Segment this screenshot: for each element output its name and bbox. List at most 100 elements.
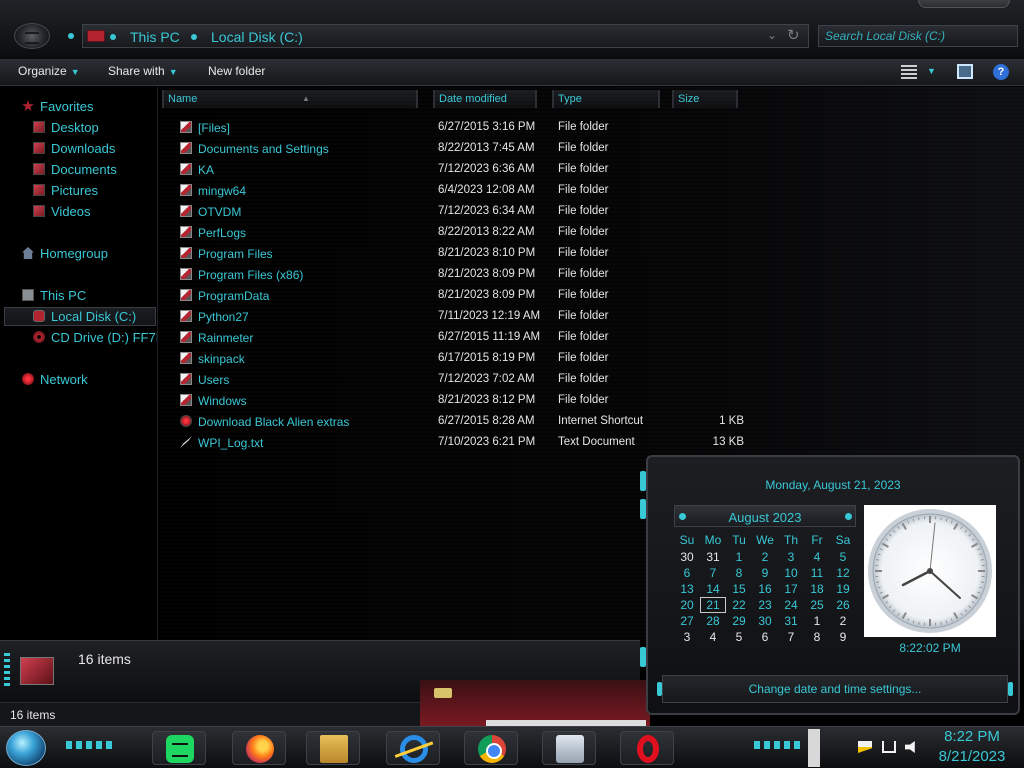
- file-row[interactable]: Documents and Settings 8/22/2013 7:45 AM F…: [160, 139, 760, 160]
- calendar-day[interactable]: 19: [830, 581, 856, 597]
- nav-this-pc[interactable]: This PC: [22, 288, 86, 303]
- taskbar-app-button[interactable]: [542, 731, 596, 765]
- breadcrumb-separator[interactable]: [191, 34, 197, 40]
- calendar-day[interactable]: 30: [674, 549, 700, 565]
- column-header-type[interactable]: Type: [552, 90, 660, 108]
- breadcrumb-local-disk[interactable]: Local Disk (C:): [211, 29, 303, 45]
- calendar-day[interactable]: 2: [752, 549, 778, 565]
- column-header-size[interactable]: Size: [672, 90, 738, 108]
- next-month-button[interactable]: [845, 513, 852, 520]
- recent-locations-dot[interactable]: [68, 33, 74, 39]
- nav-desktop[interactable]: Desktop: [33, 120, 99, 135]
- long-date-link[interactable]: Monday, August 21, 2023: [648, 478, 1018, 492]
- window-caption-buttons[interactable]: [918, 0, 1010, 8]
- action-center-flag-icon[interactable]: [858, 741, 872, 753]
- share-with-button[interactable]: Share with ▼: [108, 64, 178, 78]
- calendar-day[interactable]: 31: [700, 549, 726, 565]
- change-date-time-settings-link[interactable]: Change date and time settings...: [657, 675, 1013, 703]
- breadcrumb-this-pc[interactable]: This PC: [130, 29, 180, 45]
- calendar-day[interactable]: 6: [674, 565, 700, 581]
- calendar-day[interactable]: 11: [804, 565, 830, 581]
- calendar-month-title[interactable]: August 2023: [675, 510, 855, 525]
- file-row[interactable]: Users 7/12/2023 7:02 AM File folder: [160, 370, 760, 391]
- file-row[interactable]: skinpack 6/17/2015 8:19 PM File folder: [160, 349, 760, 370]
- calendar-day[interactable]: 2: [830, 613, 856, 629]
- file-name[interactable]: ProgramData: [198, 289, 269, 303]
- file-name[interactable]: Rainmeter: [198, 331, 253, 345]
- taskbar-app-button[interactable]: [306, 731, 360, 765]
- calendar-day[interactable]: 7: [700, 565, 726, 581]
- calendar-day[interactable]: 3: [674, 629, 700, 645]
- calendar-day[interactable]: 18: [804, 581, 830, 597]
- calendar-day[interactable]: 31: [778, 613, 804, 629]
- back-forward-button[interactable]: [14, 23, 50, 49]
- breadcrumb-separator[interactable]: [110, 34, 116, 40]
- calendar-day[interactable]: 5: [726, 629, 752, 645]
- calendar-day[interactable]: 8: [804, 629, 830, 645]
- calendar-day[interactable]: 12: [830, 565, 856, 581]
- calendar-day[interactable]: 28: [700, 613, 726, 629]
- preview-pane-icon[interactable]: [957, 64, 973, 79]
- file-name[interactable]: KA: [198, 163, 214, 177]
- taskbar-app-button[interactable]: [386, 731, 440, 765]
- file-row[interactable]: Download Black Alien extras 6/27/2015 8:2…: [160, 412, 760, 433]
- calendar-day[interactable]: 24: [778, 597, 804, 613]
- calendar-day[interactable]: 16: [752, 581, 778, 597]
- calendar-day[interactable]: 6: [752, 629, 778, 645]
- file-row[interactable]: KA 7/12/2023 6:36 AM File folder: [160, 160, 760, 181]
- file-row[interactable]: Rainmeter 6/27/2015 11:19 AM File folder: [160, 328, 760, 349]
- calendar-day[interactable]: 30: [752, 613, 778, 629]
- taskbar-app-button[interactable]: [620, 731, 674, 765]
- organize-button[interactable]: Organize ▼: [18, 64, 80, 78]
- calendar-day[interactable]: 9: [830, 629, 856, 645]
- nav-pictures[interactable]: Pictures: [33, 183, 98, 198]
- calendar-day[interactable]: 7: [778, 629, 804, 645]
- nav-favorites[interactable]: Favorites: [22, 99, 93, 114]
- file-name[interactable]: Windows: [198, 394, 247, 408]
- file-row[interactable]: PerfLogs 8/22/2013 8:22 AM File folder: [160, 223, 760, 244]
- calendar-day[interactable]: 14: [700, 581, 726, 597]
- calendar-day[interactable]: 8: [726, 565, 752, 581]
- file-name[interactable]: PerfLogs: [198, 226, 246, 240]
- address-bar[interactable]: This PC Local Disk (C:) ⌄ ↻: [82, 24, 809, 48]
- calendar-day[interactable]: 26: [830, 597, 856, 613]
- calendar-day[interactable]: 4: [804, 549, 830, 565]
- file-row[interactable]: OTVDM 7/12/2023 6:34 AM File folder: [160, 202, 760, 223]
- calendar-day[interactable]: 1: [726, 549, 752, 565]
- file-name[interactable]: Program Files (x86): [198, 268, 303, 282]
- search-input[interactable]: [819, 26, 1017, 46]
- calendar-day[interactable]: 20: [674, 597, 700, 613]
- taskbar-app-button[interactable]: [232, 731, 286, 765]
- calendar-day[interactable]: 9: [752, 565, 778, 581]
- file-row[interactable]: Python27 7/11/2023 12:19 AM File folder: [160, 307, 760, 328]
- tray-clock-date[interactable]: 8/21/2023: [930, 748, 1014, 765]
- nav-videos[interactable]: Videos: [33, 204, 91, 219]
- calendar-day[interactable]: 27: [674, 613, 700, 629]
- calendar-day[interactable]: 5: [830, 549, 856, 565]
- file-row[interactable]: Program Files 8/21/2023 8:10 PM File folde…: [160, 244, 760, 265]
- network-tray-icon[interactable]: [882, 741, 896, 753]
- file-row[interactable]: Program Files (x86) 8/21/2023 8:09 PM File…: [160, 265, 760, 286]
- nav-downloads[interactable]: Downloads: [33, 141, 115, 156]
- calendar-day[interactable]: 15: [726, 581, 752, 597]
- volume-icon[interactable]: [905, 741, 915, 753]
- file-name[interactable]: Program Files: [198, 247, 273, 261]
- taskbar-app-button[interactable]: [152, 731, 206, 765]
- file-row[interactable]: mingw64 6/4/2023 12:08 AM File folder: [160, 181, 760, 202]
- file-name[interactable]: Download Black Alien extras: [198, 415, 349, 429]
- calendar-day-today[interactable]: 21: [700, 597, 726, 613]
- calendar-day[interactable]: 10: [778, 565, 804, 581]
- help-icon[interactable]: ?: [993, 64, 1009, 80]
- column-header-date[interactable]: Date modified: [433, 90, 537, 108]
- file-name[interactable]: mingw64: [198, 184, 246, 198]
- view-options-icon[interactable]: [901, 65, 917, 79]
- column-header-name[interactable]: ▲ Name: [162, 90, 418, 108]
- file-row[interactable]: [Files] 6/27/2015 3:16 PM File folder: [160, 118, 760, 139]
- refresh-icon[interactable]: ↻: [787, 26, 800, 44]
- address-dropdown-icon[interactable]: ⌄: [767, 28, 777, 42]
- nav-homegroup[interactable]: Homegroup: [22, 246, 108, 261]
- calendar-day[interactable]: 13: [674, 581, 700, 597]
- taskbar-app-button[interactable]: [464, 731, 518, 765]
- calendar-day[interactable]: 29: [726, 613, 752, 629]
- nav-local-disk[interactable]: Local Disk (C:): [33, 309, 136, 324]
